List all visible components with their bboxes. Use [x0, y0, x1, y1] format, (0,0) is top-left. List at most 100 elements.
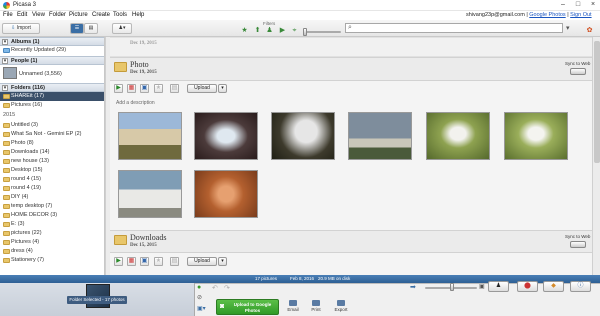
albums-header[interactable]: ▾ Albums (1)	[0, 37, 104, 46]
sidebar-folder[interactable]: Photo (8)	[0, 139, 104, 148]
folder-icon	[3, 141, 10, 146]
sidebar-folder[interactable]: round 4 (15)	[0, 175, 104, 184]
photo-thumbnail[interactable]	[426, 112, 490, 160]
upload-button[interactable]: Upload	[187, 84, 217, 93]
star-button[interactable]: ★	[154, 257, 163, 266]
sidebar-folder[interactable]: E: (3)	[0, 220, 104, 229]
sidebar-folder[interactable]: Untitled (3)	[0, 121, 104, 130]
upload-menu-button[interactable]: ▾	[218, 257, 227, 266]
folders-header[interactable]: ▾ Folders (116)	[0, 83, 104, 92]
sync-toggle[interactable]	[570, 241, 586, 248]
menu-tools[interactable]: Tools	[113, 12, 127, 18]
sidebar-folder[interactable]: What Sa Not - Gemini EP (2)	[0, 130, 104, 139]
menu-view[interactable]: View	[32, 12, 45, 18]
album-description[interactable]: Add a description	[116, 100, 155, 106]
collapse-icon[interactable]: ▾	[2, 58, 8, 64]
menu-edit[interactable]: Edit	[17, 12, 27, 18]
photo-thumbnail[interactable]	[348, 112, 412, 160]
play-slideshow-button[interactable]: ▶	[114, 257, 123, 266]
sidebar-folder[interactable]: new house (13)	[0, 157, 104, 166]
sidebar-item-unnamed[interactable]: Unnamed (3,556)	[0, 70, 104, 79]
people-button[interactable]: ♟▾	[112, 23, 132, 34]
places-panel-button[interactable]: ⬤	[517, 281, 538, 292]
share-arrow-icon[interactable]: ➡	[410, 283, 416, 291]
menu-file[interactable]: File	[3, 12, 13, 18]
photo-thumbnail[interactable]	[118, 170, 182, 218]
album-title[interactable]: Downloads	[130, 233, 166, 242]
tags-panel-button[interactable]: ◆	[543, 281, 564, 292]
timeline-view-button[interactable]: ▤	[84, 23, 98, 34]
movie-button[interactable]: ▣	[140, 84, 149, 93]
people-header[interactable]: ▾ People (1)	[0, 56, 104, 65]
minimize-button[interactable]: –	[556, 1, 570, 9]
sidebar-folder[interactable]: pictures (22)	[0, 229, 104, 238]
menu-picture[interactable]: Picture	[69, 12, 88, 18]
faces-filter-icon[interactable]: ♟	[265, 27, 274, 35]
menu-folder[interactable]: Folder	[49, 12, 66, 18]
uploaded-filter-icon[interactable]: ⬆	[253, 27, 262, 35]
sign-out-link[interactable]: Sign Out	[570, 12, 591, 18]
sidebar-folder[interactable]: Pictures (4)	[0, 238, 104, 247]
sidebar-folder[interactable]: Downloads (14)	[0, 148, 104, 157]
photo-thumbnail[interactable]	[194, 170, 258, 218]
sidebar-folder[interactable]: Desktop (15)	[0, 166, 104, 175]
star-button[interactable]: ★	[154, 84, 163, 93]
clear-icon[interactable]: ⊘	[197, 294, 205, 302]
import-button[interactable]: ⇩ Import	[2, 23, 40, 34]
account-email: shivang23p@gmail.com	[466, 12, 525, 18]
rotate-right-icon[interactable]: ↷	[224, 284, 230, 292]
collapse-icon[interactable]: ▾	[2, 39, 8, 45]
info-panel-button[interactable]: ⓘ	[570, 281, 591, 292]
sync-toggle[interactable]	[570, 68, 586, 75]
sidebar-folder[interactable]: DIY (4)	[0, 193, 104, 202]
search-menu-icon[interactable]: ▾	[566, 24, 570, 32]
sidebar-item-shareit[interactable]: SHAREit (17)	[0, 92, 104, 101]
photo-thumbnail[interactable]	[118, 112, 182, 160]
share-button[interactable]: ▤	[170, 84, 179, 93]
upload-button[interactable]: Upload	[187, 257, 217, 266]
collapse-icon[interactable]: ▾	[2, 85, 8, 91]
scrollbar-thumb[interactable]	[594, 41, 600, 163]
share-button[interactable]: ▤	[170, 257, 179, 266]
print-button[interactable]: Print	[305, 299, 327, 315]
close-button[interactable]: ×	[586, 1, 600, 9]
sidebar-folder[interactable]: HOME DECOR (3)	[0, 211, 104, 220]
photo-thumbnail[interactable]	[194, 112, 258, 160]
maximize-button[interactable]: □	[571, 1, 585, 9]
sidebar-folder[interactable]: temp desktop (7)	[0, 202, 104, 211]
library-view-button[interactable]: ☰	[70, 23, 84, 34]
menu-help[interactable]: Help	[132, 12, 144, 18]
starred-filter-icon[interactable]: ★	[240, 27, 249, 35]
collage-button[interactable]: ▦	[127, 257, 136, 266]
menu-create[interactable]: Create	[92, 12, 110, 18]
upload-to-google-photos-button[interactable]: ◙ Upload to Google Photos	[216, 299, 279, 315]
play-slideshow-button[interactable]: ▶	[114, 84, 123, 93]
sidebar-item-recently-updated[interactable]: Recently Updated (29)	[0, 46, 104, 55]
sidebar-folder[interactable]: round 4 (19)	[0, 184, 104, 193]
sidebar-item-pictures[interactable]: Pictures (16)	[0, 101, 104, 110]
collage-button[interactable]: ▦	[127, 84, 136, 93]
people-panel-button[interactable]: ♟	[488, 281, 509, 292]
video-filter-icon[interactable]: ▶	[278, 27, 287, 35]
thumbnail-size-slider-knob[interactable]	[450, 283, 454, 291]
geotag-filter-icon[interactable]: ⌖	[290, 27, 299, 35]
export-button[interactable]: Export	[330, 299, 352, 315]
date-filter-slider[interactable]	[303, 31, 341, 33]
photo-thumbnail[interactable]	[504, 112, 568, 160]
hold-icon[interactable]: ●	[197, 284, 205, 292]
date-filter-slider-knob[interactable]	[303, 28, 307, 36]
email-button[interactable]: Email	[282, 299, 304, 315]
photo-thumbnail[interactable]	[271, 112, 335, 160]
add-to-album-icon[interactable]: ▣▾	[197, 305, 207, 314]
sidebar-folder[interactable]: Stationery (7)	[0, 256, 104, 265]
movie-button[interactable]: ▣	[140, 257, 149, 266]
sidebar-folder[interactable]: dress (4)	[0, 247, 104, 256]
rotate-left-icon[interactable]: ↶	[212, 284, 218, 292]
library-scrollbar[interactable]	[592, 37, 600, 275]
search-input[interactable]: ⌕	[345, 23, 563, 33]
account-status-icon[interactable]: ✿	[585, 27, 594, 35]
filters-label: Filters	[263, 21, 276, 26]
upload-menu-button[interactable]: ▾	[218, 84, 227, 93]
album-title[interactable]: Photo	[130, 60, 149, 69]
google-photos-link[interactable]: Google Photos	[529, 12, 565, 18]
